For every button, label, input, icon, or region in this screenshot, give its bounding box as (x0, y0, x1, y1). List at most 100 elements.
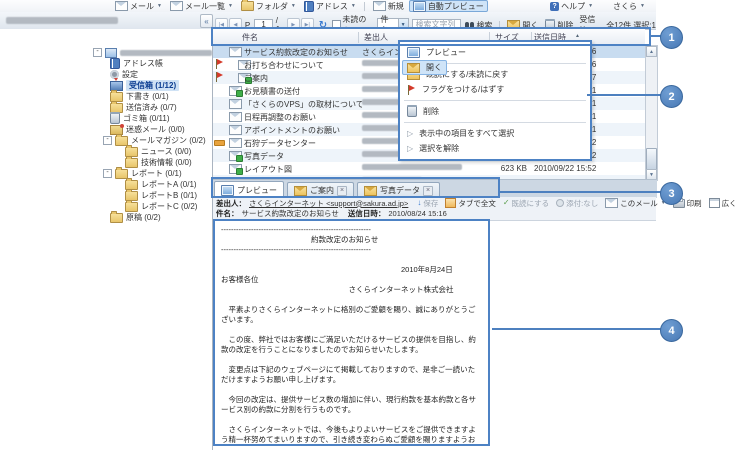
mail-y-icon (364, 186, 377, 196)
this-mail-menu[interactable]: このメール▼ (605, 198, 665, 209)
mail-icon (605, 198, 618, 208)
toolbar-divider (364, 2, 365, 11)
menu-separator (404, 122, 586, 123)
account-name-redacted (6, 17, 118, 24)
account-node[interactable]: - (0, 47, 212, 58)
chevron-down-icon: ▼ (157, 3, 162, 9)
tab-shashin-data[interactable]: 写真データ× (357, 182, 440, 198)
save-tool-label: 保存 (423, 198, 438, 209)
column-divider (358, 32, 359, 43)
sidebar-item-report-a[interactable]: レポートA (0/1) (0, 179, 212, 190)
mail-list-menu[interactable]: メール一覧▼ (167, 1, 236, 12)
row-size: 623 KB (465, 164, 527, 173)
folder-label: メールマガジン (0/2) (131, 135, 206, 146)
folder-icon (110, 103, 123, 113)
open-in-tab-tool[interactable]: タブで全文 (445, 198, 496, 209)
sidebar-item-sent[interactable]: 送信済み (0/7) (0, 102, 212, 113)
row-subject: 写真データ (244, 151, 284, 162)
message-row[interactable]: レイアウト図 623 KB 2010/09/22 15:52 (213, 162, 645, 175)
list-scrollbar[interactable]: ▲ ▼ (645, 45, 658, 181)
menu-select-all-visible[interactable]: ▷ 表示中の項目をすべて選択 (402, 126, 588, 141)
binoculars-icon (465, 22, 469, 29)
menu-deselect-label: 選択を解除 (419, 143, 459, 154)
attachment-info-label: 添付:なし (566, 198, 598, 209)
row-subject: 石狩データセンター (244, 138, 316, 149)
menu-deselect[interactable]: ▷選択を解除 (402, 141, 588, 156)
folder-icon (110, 213, 123, 223)
sidebar-item-manuscript[interactable]: 原稿 (0/2) (0, 212, 212, 223)
scrollbar-thumb[interactable] (646, 148, 657, 170)
sidebar-item-report-b[interactable]: レポートB (0/1) (0, 190, 212, 201)
expander-icon[interactable]: - (103, 136, 112, 145)
menu-select-all-visible-label: 表示中の項目をすべて選択 (419, 128, 514, 139)
folder-label: 送信済み (0/7) (126, 102, 177, 113)
date-label: 送信日時： (348, 208, 386, 219)
expandw-icon (709, 198, 720, 208)
ic-book-icon (304, 1, 314, 12)
mail-menu-label: メール (130, 1, 154, 12)
sidebar-item-mail-magazine[interactable]: - メールマガジン (0/2) (0, 135, 212, 146)
row-date: 2010/09/22 15:52 (534, 164, 596, 173)
sidebar-item-trash[interactable]: ゴミ箱 (0/11) (0, 113, 212, 124)
tab-preview[interactable]: プレビュー (214, 181, 284, 198)
help-menu-label: ヘルプ (561, 1, 585, 12)
sidebar-item-drafts[interactable]: 下書き (0/1) (0, 91, 212, 102)
sakura-menu-label: さくら (613, 1, 637, 12)
open-in-tab-tool-label: タブで全文 (458, 198, 496, 209)
callout-2: 2 (660, 85, 683, 108)
menu-mark-read-unread[interactable]: 既読にする/未読に戻す (402, 67, 588, 82)
folder-label: レポートA (0/1) (141, 179, 197, 190)
folder-label: 受信箱 (1/12) (126, 80, 179, 91)
widen-tool[interactable]: 広く (709, 198, 737, 209)
sidebar-item-report[interactable]: -レポート (0/1) (0, 168, 212, 179)
mail-icon (229, 86, 242, 96)
sidebar-item-tech-info[interactable]: 技術情報 (0/0) (0, 157, 212, 168)
sidebar-item-news[interactable]: ニュース (0/0) (0, 146, 212, 157)
expander-icon[interactable]: - (103, 169, 112, 178)
scroll-up-icon[interactable]: ▲ (646, 46, 657, 57)
expander-icon[interactable]: - (93, 48, 102, 57)
sidebar-item-inbox[interactable]: 受信箱 (1/12) (0, 80, 212, 91)
auto-preview-toggle[interactable]: 自動プレビュー (409, 0, 488, 12)
menu-toggle-flag[interactable]: フラグをつける/はずす (402, 82, 588, 97)
callout-3: 3 (660, 182, 683, 205)
mail-list-menu-label: メール一覧 (185, 1, 225, 12)
tab-bar: プレビューご案内×写真データ× (213, 179, 657, 198)
new-mail-button[interactable]: 新規 (370, 1, 407, 12)
cursor-icon: ▷ (407, 130, 413, 138)
menu-delete[interactable]: 削除 (402, 104, 588, 119)
mark-read-tool-label: 既読にする (512, 198, 550, 209)
collapse-sidebar-button[interactable]: « (200, 14, 213, 28)
flag-icon (215, 59, 224, 69)
mail-menu[interactable]: メール▼ (112, 1, 165, 12)
folder-menu[interactable]: フォルダ▼ (238, 1, 299, 12)
column-sender[interactable]: 差出人 (364, 32, 388, 43)
account-email-redacted (120, 50, 212, 56)
mail-y-icon (407, 70, 420, 80)
help-menu[interactable]: ?ヘルプ▼ (547, 1, 596, 12)
sidebar-item-addressbook[interactable]: アドレス帳 (0, 58, 212, 69)
date-value: 2010/08/24 15:16 (388, 209, 446, 218)
ic-mail-icon (170, 1, 183, 11)
tabfull-icon (445, 198, 456, 208)
row-sender-redacted (362, 164, 462, 170)
menu-separator (404, 100, 586, 101)
close-tab-icon[interactable]: × (337, 186, 347, 196)
sidebar-item-spam[interactable]: 迷惑メール (0/0) (0, 124, 212, 135)
mark-read-tool: ✓既読にする (503, 198, 549, 209)
folder-icon (125, 202, 138, 212)
sakura-menu[interactable]: さくら▼ (610, 1, 648, 12)
address-menu-label: アドレス (316, 1, 348, 12)
folder-icon (125, 158, 138, 168)
ic-help-icon: ? (550, 2, 559, 11)
menu-preview[interactable]: プレビュー (402, 45, 588, 60)
chevron-down-icon: ▼ (291, 3, 296, 9)
tab-goannai[interactable]: ご案内× (287, 182, 354, 198)
row-subject: レイアウト図 (244, 164, 292, 175)
tab-preview-label: プレビュー (237, 185, 277, 196)
sidebar-item-settings[interactable]: 設定 (0, 69, 212, 80)
sidebar-item-report-c[interactable]: レポートC (0/2) (0, 201, 212, 212)
address-menu[interactable]: アドレス▼ (301, 1, 359, 12)
column-subject[interactable]: 件名 (242, 32, 258, 43)
close-tab-icon[interactable]: × (423, 186, 433, 196)
